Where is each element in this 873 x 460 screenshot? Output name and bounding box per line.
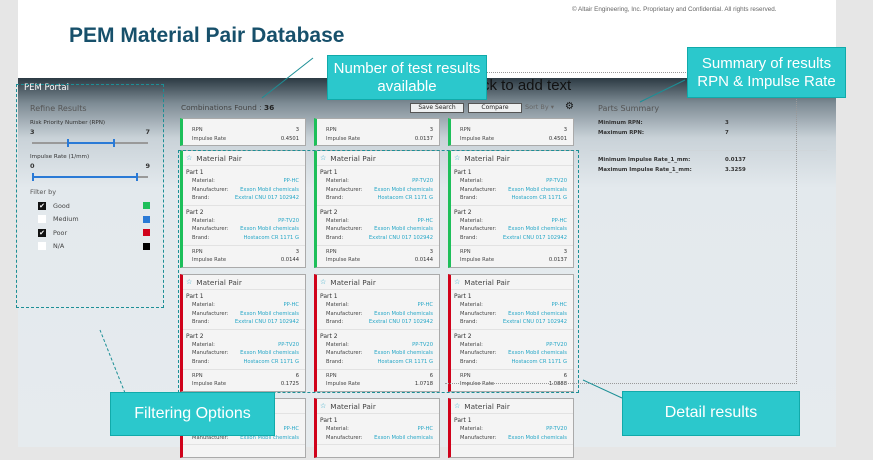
- callout-detail: Detail results: [622, 391, 800, 436]
- callout-filter: Filtering Options: [110, 392, 275, 436]
- callout-count: Number of test results available: [327, 55, 487, 100]
- callout-summary: Summary of results RPN & Impulse Rate: [687, 47, 846, 98]
